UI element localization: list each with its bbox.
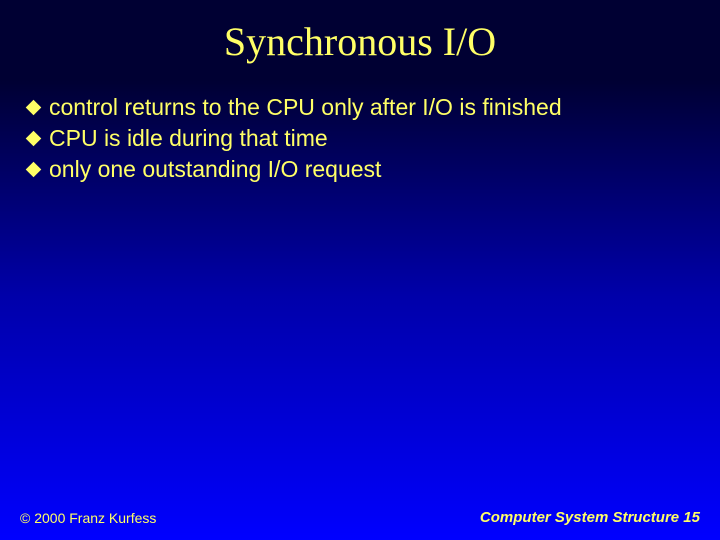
bullet-text: control returns to the CPU only after I/…	[49, 93, 562, 122]
bullet-text: only one outstanding I/O request	[49, 155, 381, 184]
footer-page-info: Computer System Structure 15	[480, 509, 700, 526]
bullet-item: only one outstanding I/O request	[28, 155, 700, 184]
slide-content: control returns to the CPU only after I/…	[0, 93, 720, 183]
diamond-bullet-icon	[26, 161, 42, 177]
slide: Synchronous I/O control returns to the C…	[0, 0, 720, 540]
slide-title: Synchronous I/O	[0, 0, 720, 65]
bullet-item: control returns to the CPU only after I/…	[28, 93, 700, 122]
diamond-bullet-icon	[26, 130, 42, 146]
bullet-text: CPU is idle during that time	[49, 124, 328, 153]
diamond-bullet-icon	[26, 100, 42, 116]
footer-copyright: © 2000 Franz Kurfess	[20, 510, 156, 526]
bullet-item: CPU is idle during that time	[28, 124, 700, 153]
